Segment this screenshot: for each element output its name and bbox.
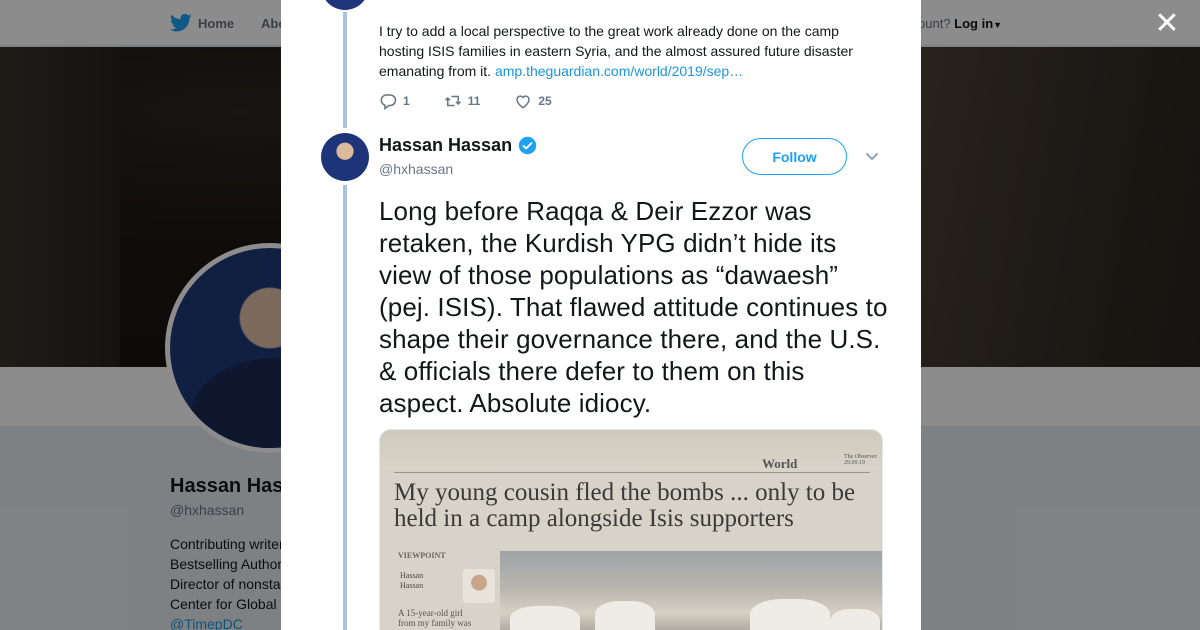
- newspaper-divider: [394, 472, 870, 473]
- newspaper-date: 29.09.19: [844, 460, 865, 466]
- like-count: 25: [538, 94, 552, 108]
- retweet-count: 11: [467, 94, 481, 108]
- newspaper-body-text: A 15-year-old girl from my family was: [398, 608, 471, 628]
- newspaper-byline: Hassan Hassan: [400, 571, 423, 591]
- newspaper-section: World: [762, 456, 798, 471]
- tweet-text: Long before Raqqa & Deir Ezzor was retak…: [379, 196, 888, 418]
- close-icon[interactable]: ✕: [1152, 9, 1182, 40]
- tweet-media-photo[interactable]: World The Observer 29.09.19 My young cou…: [379, 429, 883, 630]
- previous-tweet-link[interactable]: amp.theguardian.com/world/2019/sep…: [495, 63, 743, 79]
- reply-button[interactable]: 1: [379, 92, 410, 110]
- verified-badge-icon: [518, 136, 537, 155]
- chevron-down-icon[interactable]: [864, 148, 880, 164]
- retweet-button[interactable]: 11: [444, 92, 481, 110]
- retweet-icon: [444, 95, 461, 107]
- newspaper-headline: My young cousin fled the bombs ... only …: [394, 479, 856, 532]
- newspaper-header-band: [380, 430, 882, 470]
- byline-first: Hassan: [400, 571, 424, 580]
- tweet-permalink-modal: I try to add a local perspective to the …: [281, 0, 921, 630]
- tent-shape: [510, 606, 580, 630]
- reply-icon: [380, 94, 397, 110]
- tweet-author-avatar[interactable]: [321, 133, 369, 181]
- previous-tweet-text: I try to add a local perspective to the …: [379, 21, 879, 81]
- tweet-author-name-row[interactable]: Hassan Hassan: [379, 135, 537, 156]
- previous-tweet-actions: 1 11 25: [379, 92, 586, 110]
- byline-last: Hassan: [400, 581, 424, 590]
- newspaper-viewpoint-label: VIEWPOINT: [398, 551, 446, 560]
- follow-button[interactable]: Follow: [742, 138, 847, 175]
- body-line: from my family was: [398, 618, 472, 628]
- newspaper-masthead: The Observer 29.09.19: [844, 454, 877, 466]
- tweet-author-handle[interactable]: @hxhassan: [379, 161, 453, 177]
- thread-connector-line: [343, 12, 347, 128]
- tent-shape: [750, 599, 830, 630]
- thread-connector-line: [343, 185, 347, 630]
- tweet-author-name: Hassan Hassan: [379, 135, 513, 155]
- heart-icon: [516, 95, 531, 109]
- tent-shape: [830, 609, 880, 630]
- body-line: A 15-year-old girl: [398, 608, 463, 618]
- reply-count: 1: [403, 94, 410, 108]
- previous-tweet-avatar[interactable]: [321, 0, 369, 10]
- byline-photo: [463, 569, 495, 603]
- tent-shape: [595, 601, 655, 630]
- like-button[interactable]: 25: [514, 92, 552, 110]
- camp-photo: [500, 551, 882, 630]
